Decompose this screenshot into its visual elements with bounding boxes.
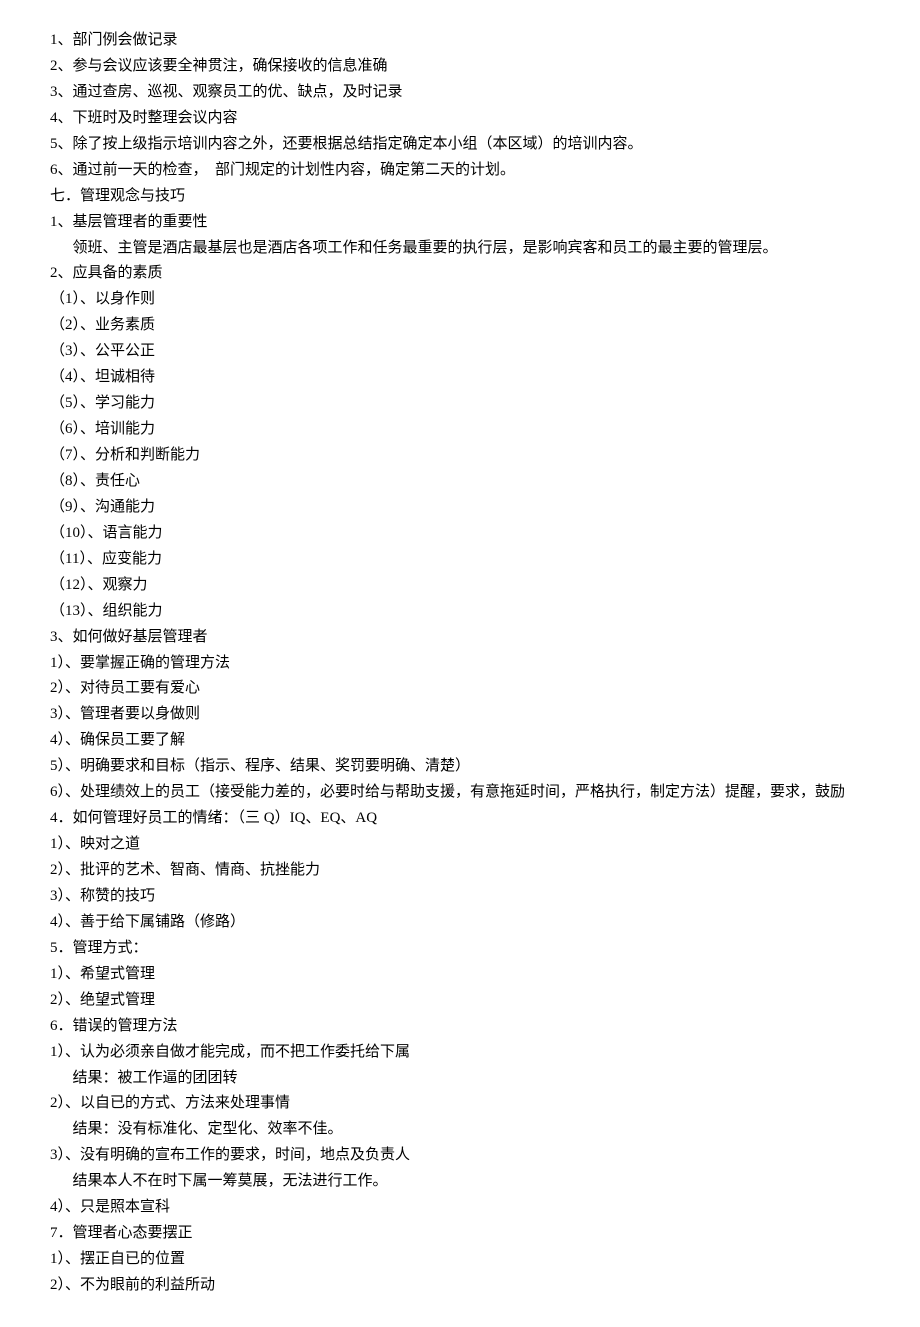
text-line: 4）、善于给下属铺路（修路） <box>50 910 870 936</box>
text-line: 七．管理观念与技巧 <box>50 184 870 210</box>
text-line: 2、应具备的素质 <box>50 261 870 287</box>
text-line: 2）、批评的艺术、智商、情商、抗挫能力 <box>50 858 870 884</box>
text-line: 2）、对待员工要有爱心 <box>50 676 870 702</box>
text-line: 5．管理方式： <box>50 936 870 962</box>
text-line: 3）、管理者要以身做则 <box>50 702 870 728</box>
text-line: 领班、主管是酒店最基层也是酒店各项工作和任务最重要的执行层，是影响宾客和员工的最… <box>50 236 870 262</box>
text-line: 2）、以自已的方式、方法来处理事情 <box>50 1091 870 1117</box>
document-body: 1、部门例会做记录2、参与会议应该要全神贯注，确保接收的信息准确3、通过查房、巡… <box>50 28 870 1299</box>
text-line: （5）、学习能力 <box>50 391 870 417</box>
text-line: （6）、培训能力 <box>50 417 870 443</box>
text-line: （10）、语言能力 <box>50 521 870 547</box>
text-line: 2、参与会议应该要全神贯注，确保接收的信息准确 <box>50 54 870 80</box>
text-line: 2）、不为眼前的利益所动 <box>50 1273 870 1299</box>
text-line: 2）、绝望式管理 <box>50 988 870 1014</box>
text-line: （4）、坦诚相待 <box>50 365 870 391</box>
text-line: （9）、沟通能力 <box>50 495 870 521</box>
text-line: 1、部门例会做记录 <box>50 28 870 54</box>
text-line: 4．如何管理好员工的情绪：（三 Q）IQ、EQ、AQ <box>50 806 870 832</box>
text-line: 3、如何做好基层管理者 <box>50 625 870 651</box>
text-line: （13）、组织能力 <box>50 599 870 625</box>
text-line: 6．错误的管理方法 <box>50 1014 870 1040</box>
text-line: 结果：被工作逼的团团转 <box>50 1066 870 1092</box>
text-line: 4、下班时及时整理会议内容 <box>50 106 870 132</box>
text-line: （2）、业务素质 <box>50 313 870 339</box>
text-line: 1）、要掌握正确的管理方法 <box>50 651 870 677</box>
text-line: 1）、摆正自已的位置 <box>50 1247 870 1273</box>
text-line: （11）、应变能力 <box>50 547 870 573</box>
text-line: 6）、处理绩效上的员工（接受能力差的，必要时给与帮助支援，有意拖延时间，严格执行… <box>50 780 870 806</box>
text-line: 7．管理者心态要摆正 <box>50 1221 870 1247</box>
text-line: （1）、以身作则 <box>50 287 870 313</box>
text-line: （7）、分析和判断能力 <box>50 443 870 469</box>
text-line: 1）、希望式管理 <box>50 962 870 988</box>
text-line: 4）、只是照本宣科 <box>50 1195 870 1221</box>
text-line: 1）、映对之道 <box>50 832 870 858</box>
text-line: （3）、公平公正 <box>50 339 870 365</box>
text-line: （12）、观察力 <box>50 573 870 599</box>
text-line: 结果：没有标准化、定型化、效率不佳。 <box>50 1117 870 1143</box>
text-line: 6、通过前一天的检查， 部门规定的计划性内容，确定第二天的计划。 <box>50 158 870 184</box>
text-line: （8）、责任心 <box>50 469 870 495</box>
text-line: 5）、明确要求和目标（指示、程序、结果、奖罚要明确、清楚） <box>50 754 870 780</box>
text-line: 5、除了按上级指示培训内容之外，还要根据总结指定确定本小组（本区域）的培训内容。 <box>50 132 870 158</box>
text-line: 4）、确保员工要了解 <box>50 728 870 754</box>
text-line: 3）、没有明确的宣布工作的要求，时间，地点及负责人 <box>50 1143 870 1169</box>
text-line: 3、通过查房、巡视、观察员工的优、缺点，及时记录 <box>50 80 870 106</box>
text-line: 1、基层管理者的重要性 <box>50 210 870 236</box>
text-line: 1）、认为必须亲自做才能完成，而不把工作委托给下属 <box>50 1040 870 1066</box>
text-line: 3）、称赞的技巧 <box>50 884 870 910</box>
text-line: 结果本人不在时下属一筹莫展，无法进行工作。 <box>50 1169 870 1195</box>
